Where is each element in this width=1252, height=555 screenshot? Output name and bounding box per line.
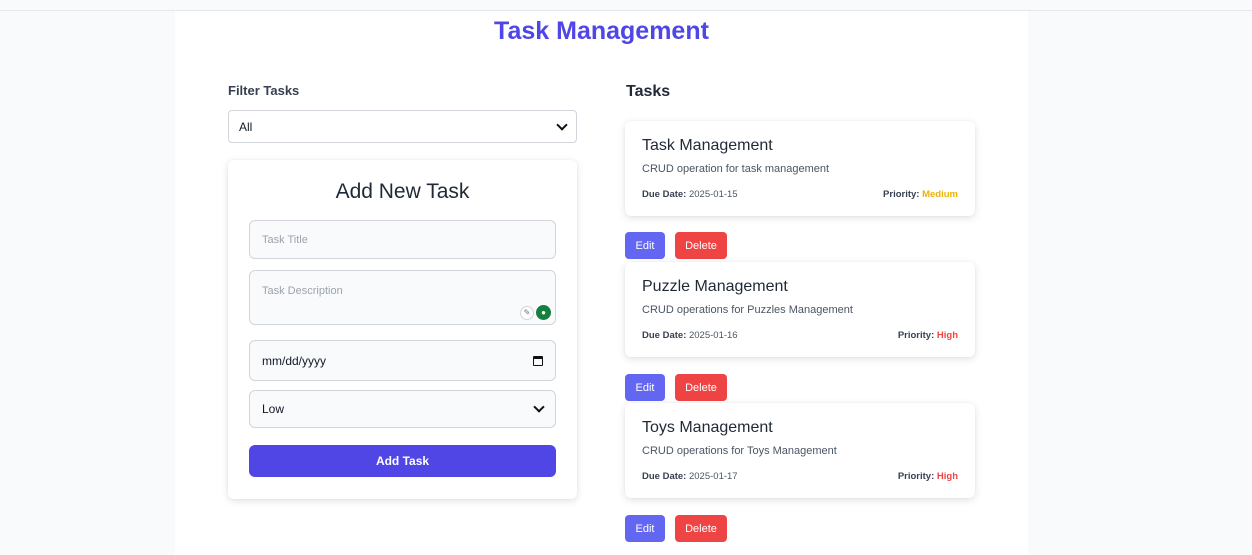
task-priority: Priority: High	[898, 471, 958, 482]
add-task-button[interactable]: Add Task	[249, 445, 556, 477]
grammarly-icon[interactable]: ●	[536, 305, 551, 320]
delete-button[interactable]: Delete	[675, 374, 727, 401]
due-date-input[interactable]: mm/dd/yyyy	[249, 340, 556, 381]
due-date-value: mm/dd/yyyy	[262, 353, 327, 368]
priority-label: Priority:	[897, 471, 935, 482]
task-actions: Edit Delete	[625, 374, 727, 401]
task-title-input[interactable]: Task Title	[249, 220, 556, 259]
due-date-label: Due Date:	[642, 330, 687, 341]
due-date-text: 2025-01-15	[688, 189, 738, 200]
task-due-date: Due Date: 2025-01-17	[642, 471, 738, 482]
paperclip-icon[interactable]: ✎	[520, 305, 534, 320]
task-description: CRUD operations for Toys Management	[642, 445, 837, 457]
edit-button[interactable]: Edit	[625, 515, 665, 542]
task-description-placeholder: Task Description	[262, 285, 343, 297]
due-date-label: Due Date:	[642, 189, 687, 200]
priority-select-value: Low	[262, 402, 285, 416]
task-description: CRUD operations for Puzzles Management	[642, 304, 853, 316]
task-description: CRUD operation for task management	[642, 163, 830, 175]
task-due-date: Due Date: 2025-01-16	[642, 330, 738, 341]
tasks-heading: Tasks	[626, 83, 671, 100]
delete-button[interactable]: Delete	[675, 232, 727, 259]
textarea-tools: ✎ ●	[520, 305, 551, 320]
delete-button[interactable]: Delete	[675, 515, 727, 542]
add-task-form: Add New Task Task Title Task Description…	[228, 160, 577, 499]
task-card: Toys Management CRUD operations for Toys…	[625, 403, 975, 498]
task-title-placeholder: Task Title	[262, 233, 308, 246]
chevron-down-icon	[533, 401, 545, 413]
chevron-down-icon	[556, 118, 568, 131]
edit-button[interactable]: Edit	[625, 232, 665, 259]
due-date-label: Due Date:	[642, 471, 687, 482]
task-actions: Edit Delete	[625, 232, 727, 259]
task-title: Puzzle Management	[642, 278, 788, 295]
priority-label: Priority:	[897, 330, 935, 341]
main-container: Task Management Filter Tasks All Add New…	[175, 11, 1028, 555]
task-card: Puzzle Management CRUD operations for Pu…	[625, 262, 975, 357]
task-title: Task Management	[642, 137, 773, 154]
filter-select-value: All	[239, 119, 253, 134]
form-heading: Add New Task	[335, 180, 470, 203]
page-title: Task Management	[494, 17, 709, 45]
calendar-icon[interactable]	[533, 355, 543, 366]
priority-badge: Medium	[922, 189, 958, 200]
edit-button[interactable]: Edit	[625, 374, 665, 401]
task-actions: Edit Delete	[625, 515, 727, 542]
priority-badge: High	[936, 471, 958, 482]
task-priority: Priority: Medium	[883, 189, 958, 200]
task-priority: Priority: High	[898, 330, 958, 341]
due-date-text: 2025-01-17	[688, 471, 738, 482]
filter-label: Filter Tasks	[228, 83, 300, 98]
task-description-textarea[interactable]: Task Description ✎ ●	[249, 270, 556, 325]
task-card: Task Management CRUD operation for task …	[625, 121, 975, 216]
priority-badge: High	[936, 330, 958, 341]
priority-select[interactable]: Low	[249, 390, 556, 428]
filter-select[interactable]: All	[228, 110, 577, 143]
task-title: Toys Management	[642, 419, 773, 436]
due-date-text: 2025-01-16	[688, 330, 738, 341]
priority-label: Priority:	[883, 189, 920, 200]
task-due-date: Due Date: 2025-01-15	[642, 189, 738, 200]
